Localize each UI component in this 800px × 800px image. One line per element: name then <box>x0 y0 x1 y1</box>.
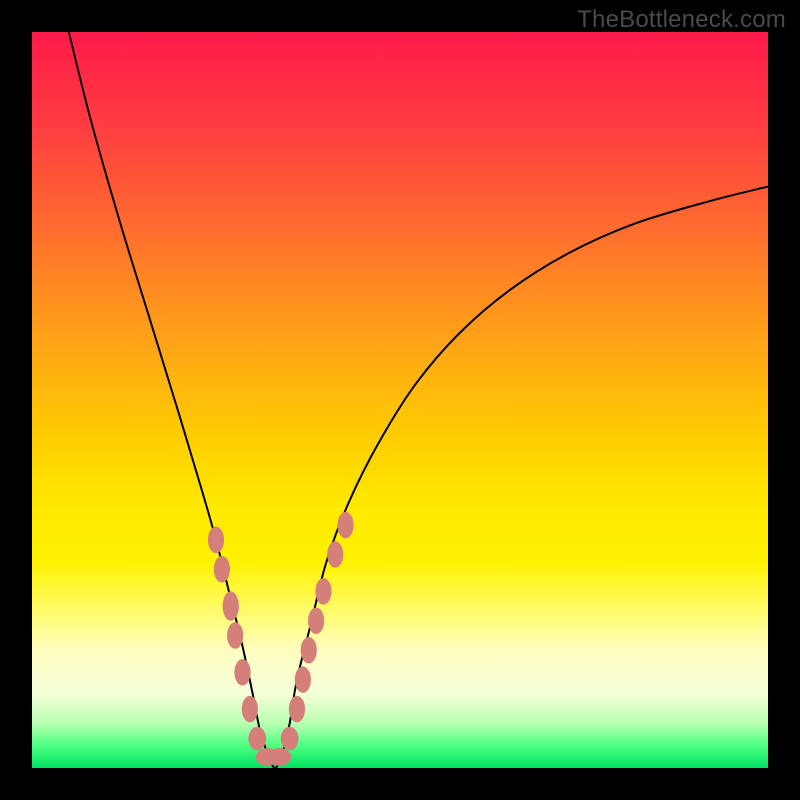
highlight-marker <box>308 608 324 635</box>
watermark-text: TheBottleneck.com <box>577 6 786 34</box>
highlight-marker <box>223 591 239 620</box>
highlight-marker <box>289 696 305 723</box>
highlight-marker <box>281 727 299 751</box>
highlight-markers <box>208 512 354 766</box>
highlight-marker <box>315 578 331 605</box>
highlight-marker <box>242 696 258 723</box>
highlight-marker <box>227 622 243 649</box>
highlight-marker <box>248 727 266 751</box>
highlight-marker <box>268 748 292 766</box>
chart-frame: TheBottleneck.com <box>0 0 800 800</box>
bottleneck-curve <box>69 32 768 768</box>
highlight-marker <box>214 556 230 583</box>
highlight-marker <box>301 637 317 664</box>
highlight-marker <box>295 666 311 693</box>
highlight-marker <box>234 659 250 686</box>
highlight-marker <box>327 541 343 568</box>
plot-area <box>32 32 768 768</box>
chart-overlay <box>32 32 768 768</box>
highlight-marker <box>337 512 353 539</box>
highlight-marker <box>208 527 224 554</box>
